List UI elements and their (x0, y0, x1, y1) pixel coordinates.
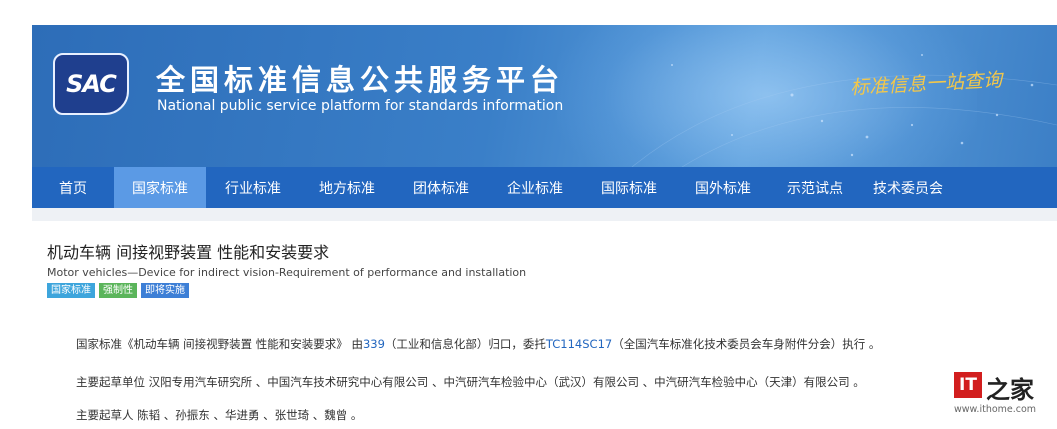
logo-text: SAC (66, 70, 117, 98)
main-nav: 首页 国家标准 行业标准 地方标准 团体标准 企业标准 国际标准 国外标准 示范… (32, 167, 1057, 208)
page-frame: SAC 全国标准信息公共服务平台 National public service… (32, 25, 1057, 429)
org-code-link[interactable]: 339 (363, 337, 385, 351)
nav-item-enterprise-standards[interactable]: 企业标准 (488, 167, 582, 208)
ithome-logo-glyph: 之家 (986, 376, 1034, 404)
drafters: 主要起草人 陈韬 、孙振东 、华进勇 、张世琦 、魏曾 。 (76, 407, 362, 423)
nav-item-international-standards[interactable]: 国际标准 (582, 167, 676, 208)
nav-item-national-standards[interactable]: 国家标准 (114, 167, 206, 208)
nav-item-technical-committee[interactable]: 技术委员会 (860, 167, 956, 208)
standard-tags: 国家标准 强制性 即将实施 (47, 283, 189, 298)
standard-title-en: Motor vehicles—Device for indirect visio… (47, 266, 527, 279)
nav-item-home[interactable]: 首页 (32, 167, 114, 208)
description-middle: （工业和信息化部）归口，委托 (384, 337, 546, 351)
drafters-label: 主要起草人 (76, 408, 134, 422)
standard-title: 机动车辆 间接视野装置 性能和安装要求 (47, 243, 330, 262)
standard-description: 国家标准《机动车辆 间接视野装置 性能和安装要求》 由339（工业和信息化部）归… (76, 336, 880, 352)
site-banner: SAC 全国标准信息公共服务平台 National public service… (32, 25, 1057, 167)
nav-item-local-standards[interactable]: 地方标准 (300, 167, 394, 208)
tag-upcoming: 即将实施 (141, 283, 189, 298)
ithome-logo-icon: IT (954, 372, 982, 398)
nav-bottom-strip (32, 208, 1057, 221)
ithome-url: www.ithome.com (954, 404, 1037, 415)
drafting-units-value: 汉阳专用汽车研究所 、中国汽车技术研究中心有限公司 、中汽研汽车检验中心（武汉）… (148, 375, 865, 389)
nav-item-foreign-standards[interactable]: 国外标准 (676, 167, 770, 208)
description-suffix: （全国汽车标准化技术委员会车身附件分会）执行 。 (612, 337, 881, 351)
nav-item-industry-standards[interactable]: 行业标准 (206, 167, 300, 208)
tag-mandatory: 强制性 (99, 283, 137, 298)
drafting-units-label: 主要起草单位 (76, 375, 145, 389)
site-title: 全国标准信息公共服务平台 (156, 63, 565, 97)
nav-item-group-standards[interactable]: 团体标准 (394, 167, 488, 208)
nav-item-demonstration[interactable]: 示范试点 (770, 167, 860, 208)
drafting-units: 主要起草单位 汉阳专用汽车研究所 、中国汽车技术研究中心有限公司 、中汽研汽车检… (76, 374, 865, 390)
ithome-watermark: IT 之家 www.ithome.com (950, 372, 1050, 422)
tag-national-standard: 国家标准 (47, 283, 95, 298)
description-prefix: 国家标准《机动车辆 间接视野装置 性能和安装要求》 由 (76, 337, 363, 351)
site-subtitle: National public service platform for sta… (157, 98, 564, 114)
sac-logo[interactable]: SAC (53, 53, 129, 115)
drafters-value: 陈韬 、孙振东 、华进勇 、张世琦 、魏曾 。 (137, 408, 363, 422)
committee-code-link[interactable]: TC114SC17 (546, 337, 612, 351)
